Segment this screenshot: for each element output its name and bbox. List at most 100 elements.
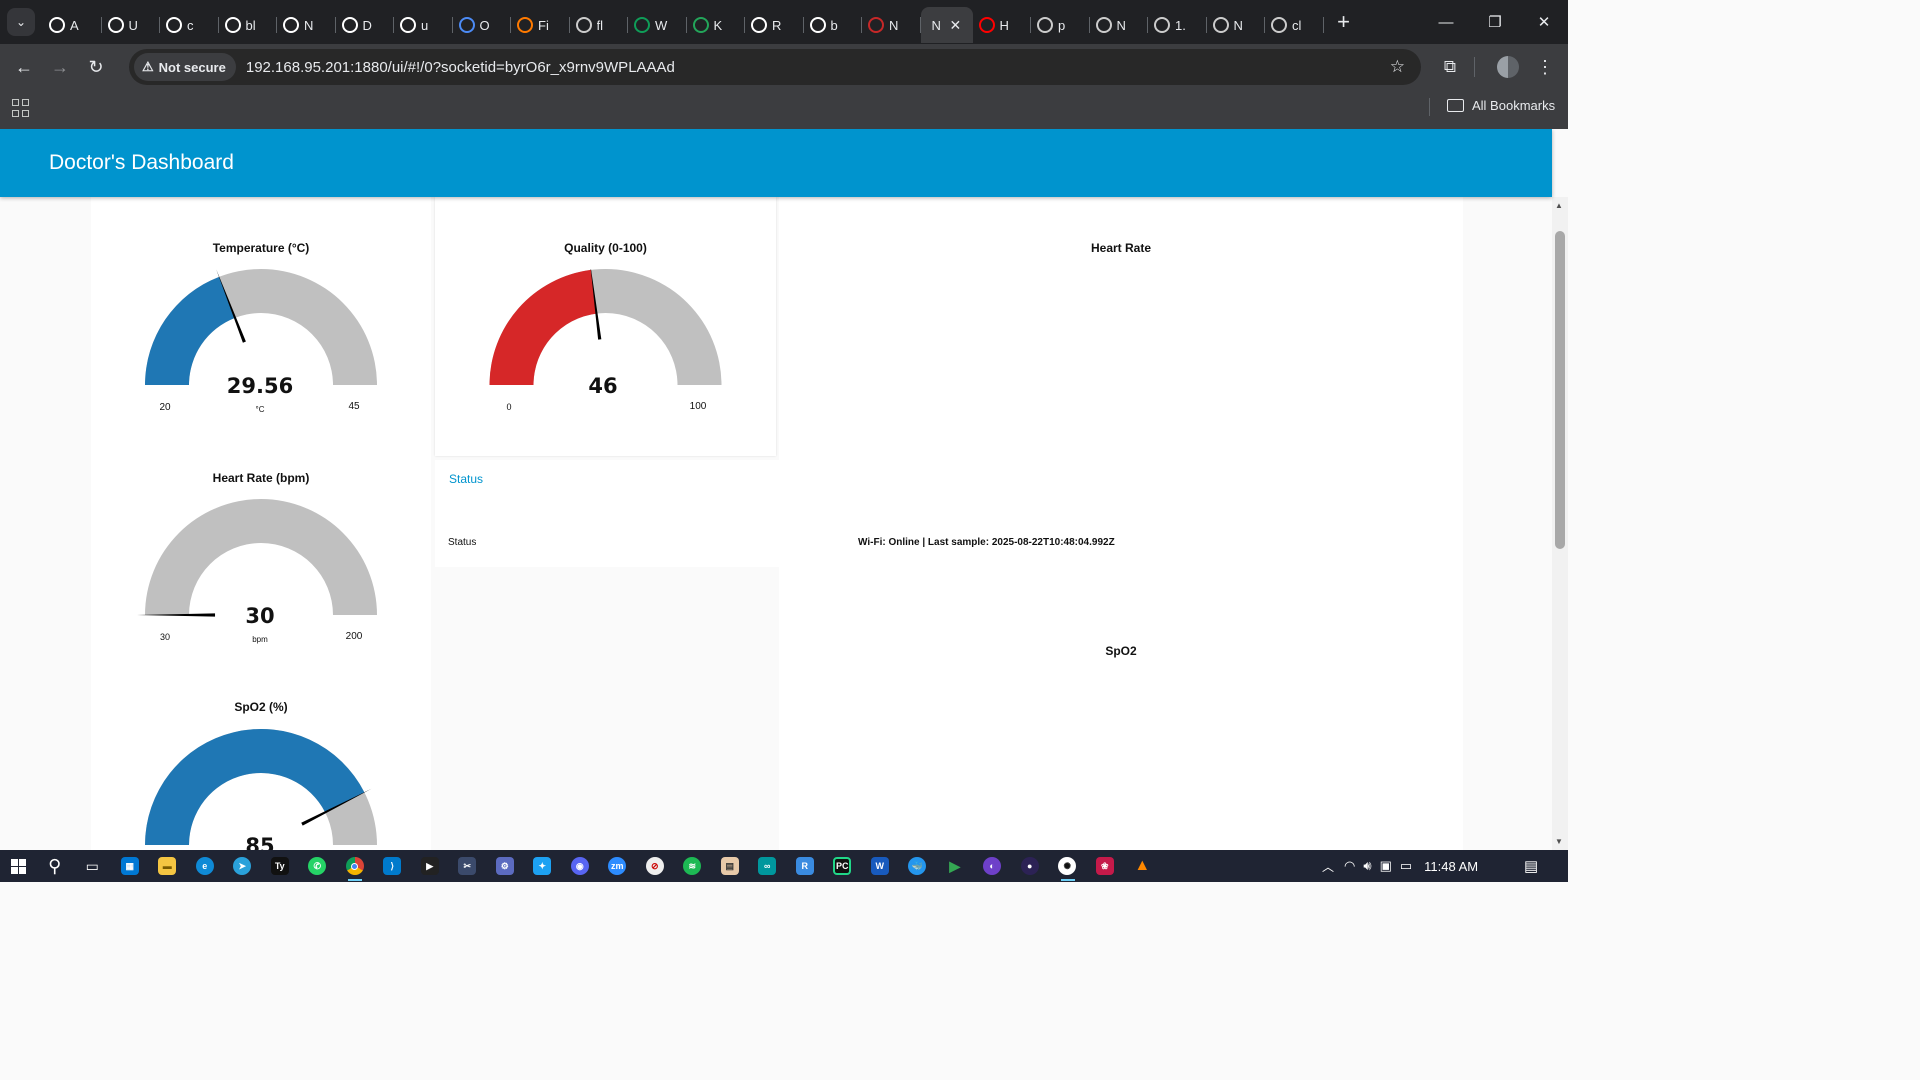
- scroll-thumb[interactable]: [1555, 231, 1565, 549]
- address-bar[interactable]: ⚠ Not secure 192.168.95.201:1880/ui/#!/0…: [129, 49, 1421, 85]
- pycharm-icon[interactable]: PC: [824, 850, 862, 882]
- browser-tab[interactable]: bl: [219, 7, 278, 43]
- tab-title: R: [772, 17, 782, 33]
- heart-rate-gauge-title: Heart Rate (bpm): [212, 471, 310, 485]
- zoom-icon[interactable]: zm: [599, 850, 637, 882]
- minimize-icon[interactable]: —: [1422, 0, 1470, 44]
- browser-tab[interactable]: fl: [570, 7, 629, 43]
- new-tab-button[interactable]: +: [1330, 9, 1358, 35]
- profile-avatar[interactable]: [1490, 44, 1526, 90]
- docker-icon[interactable]: 🐳: [899, 850, 937, 882]
- arduino-icon[interactable]: ∞: [749, 850, 787, 882]
- twitter-icon[interactable]: ✦: [524, 850, 562, 882]
- windows-start-icon[interactable]: [0, 850, 36, 882]
- battery-icon[interactable]: ▭: [1400, 858, 1412, 874]
- browser-tab[interactable]: cl: [1265, 7, 1324, 43]
- dashboard-title: Doctor's Dashboard: [49, 151, 234, 174]
- store-icon[interactable]: ▦: [111, 850, 149, 882]
- warning-icon: ⚠: [142, 59, 154, 74]
- chatgpt-icon[interactable]: ✺: [1049, 850, 1087, 882]
- browser-tab[interactable]: H: [973, 7, 1032, 43]
- browser-tab[interactable]: p: [1031, 7, 1090, 43]
- browser-tab[interactable]: W: [628, 7, 687, 43]
- browser-tab[interactable]: K: [687, 7, 746, 43]
- nodered-icon: [868, 17, 884, 33]
- play-store-icon[interactable]: ▶: [936, 850, 974, 882]
- menu-icon[interactable]: ⋮: [1530, 44, 1560, 90]
- browser-tab[interactable]: Fi: [511, 7, 570, 43]
- clock-time[interactable]: 11:48 AM: [1424, 859, 1478, 874]
- close-tab-icon[interactable]: ✕: [950, 17, 962, 34]
- p-icon: [1037, 17, 1053, 33]
- raspberry-icon[interactable]: ❀: [1086, 850, 1124, 882]
- tab-list: A Uc bl N Du O Fi fl W K Rb N N ✕ Hp N 1. Ncl: [43, 0, 1324, 44]
- browser-tab[interactable]: O: [453, 7, 512, 43]
- url-text[interactable]: 192.168.95.201:1880/ui/#!/0?socketid=byr…: [246, 59, 675, 76]
- toolbar-divider: [1474, 57, 1475, 77]
- network-app-icon[interactable]: ⚙: [486, 850, 524, 882]
- vlc-icon[interactable]: ▲: [1124, 850, 1162, 882]
- status-label: Status: [448, 537, 477, 548]
- gauge-max-label: 200: [346, 631, 363, 642]
- volume-icon[interactable]: 🔊︎: [1363, 858, 1371, 874]
- page-scrollbar[interactable]: ▲ ▼: [1552, 197, 1568, 850]
- wifi-icon[interactable]: ◠: [1344, 858, 1355, 874]
- browser-tab[interactable]: N: [862, 7, 921, 43]
- claude-icon: [1271, 17, 1287, 33]
- browser-tab[interactable]: R: [745, 7, 804, 43]
- terminal-icon[interactable]: ▶: [411, 850, 449, 882]
- spotify-icon[interactable]: ≋: [674, 850, 712, 882]
- tab-title: cl: [1292, 17, 1302, 33]
- compass-icon[interactable]: ⊘: [636, 850, 674, 882]
- whatsapp-icon[interactable]: ✆: [299, 850, 337, 882]
- browser-tab[interactable]: A: [43, 7, 102, 43]
- tab-title: N: [889, 17, 899, 33]
- github-desktop-icon[interactable]: ◐: [974, 850, 1012, 882]
- chevron-up-icon[interactable]: ︿: [1322, 858, 1334, 875]
- scroll-up-icon[interactable]: ▲: [1555, 201, 1563, 210]
- browser-tab[interactable]: N: [1090, 7, 1149, 43]
- forward-icon[interactable]: →: [42, 49, 78, 85]
- search-icon[interactable]: ⚲: [36, 850, 74, 882]
- snipping-tool-icon[interactable]: ✂: [449, 850, 487, 882]
- scroll-down-icon[interactable]: ▼: [1555, 837, 1563, 846]
- notifications-icon[interactable]: ▤: [1524, 850, 1538, 882]
- camera-icon[interactable]: ▣: [1380, 858, 1392, 874]
- bookmark-star-icon[interactable]: ☆: [1390, 57, 1405, 77]
- browser-tab[interactable]: N: [277, 7, 336, 43]
- close-window-icon[interactable]: ✕: [1520, 0, 1568, 44]
- browser-tab[interactable]: 1.: [1148, 7, 1207, 43]
- browser-tab[interactable]: N ✕: [920, 7, 973, 43]
- bookmarks-bar: All Bookmarks: [0, 90, 1568, 129]
- task-view-icon[interactable]: ▭: [74, 850, 112, 882]
- typora-icon[interactable]: Ty: [261, 850, 299, 882]
- chrome-icon[interactable]: [336, 850, 374, 882]
- not-secure-chip[interactable]: ⚠ Not secure: [134, 53, 236, 81]
- rstudio-icon[interactable]: R: [786, 850, 824, 882]
- reload-icon[interactable]: ↻: [78, 49, 114, 85]
- document-app-icon[interactable]: ▤: [711, 850, 749, 882]
- discord-icon[interactable]: ◉: [561, 850, 599, 882]
- browser-tab[interactable]: N: [1207, 7, 1266, 43]
- vscode-icon[interactable]: ⟩: [374, 850, 412, 882]
- browser-tab[interactable]: D: [336, 7, 395, 43]
- not-secure-label: Not secure: [158, 59, 226, 75]
- file-explorer-icon[interactable]: ▬: [149, 850, 187, 882]
- gauge-min-label: 0: [506, 402, 511, 412]
- restore-icon[interactable]: ❐: [1471, 0, 1519, 44]
- edge-icon[interactable]: e: [186, 850, 224, 882]
- browser-tab[interactable]: c: [160, 7, 219, 43]
- tab-title: N: [1233, 17, 1243, 33]
- eclipse-icon[interactable]: ●: [1011, 850, 1049, 882]
- browser-tab[interactable]: b: [804, 7, 863, 43]
- telegram-icon[interactable]: ➤: [224, 850, 262, 882]
- apps-grid-icon[interactable]: [12, 99, 30, 117]
- heart-rate-gauge: 30 bpm 30 200: [137, 499, 377, 644]
- all-bookmarks-button[interactable]: All Bookmarks: [1447, 98, 1555, 113]
- browser-tab[interactable]: U: [102, 7, 161, 43]
- tab-search-button[interactable]: ⌄: [7, 8, 35, 36]
- browser-tab[interactable]: u: [394, 7, 453, 43]
- extensions-icon[interactable]: ⧉: [1432, 44, 1468, 90]
- word-icon[interactable]: W: [861, 850, 899, 882]
- back-icon[interactable]: ←: [6, 49, 42, 85]
